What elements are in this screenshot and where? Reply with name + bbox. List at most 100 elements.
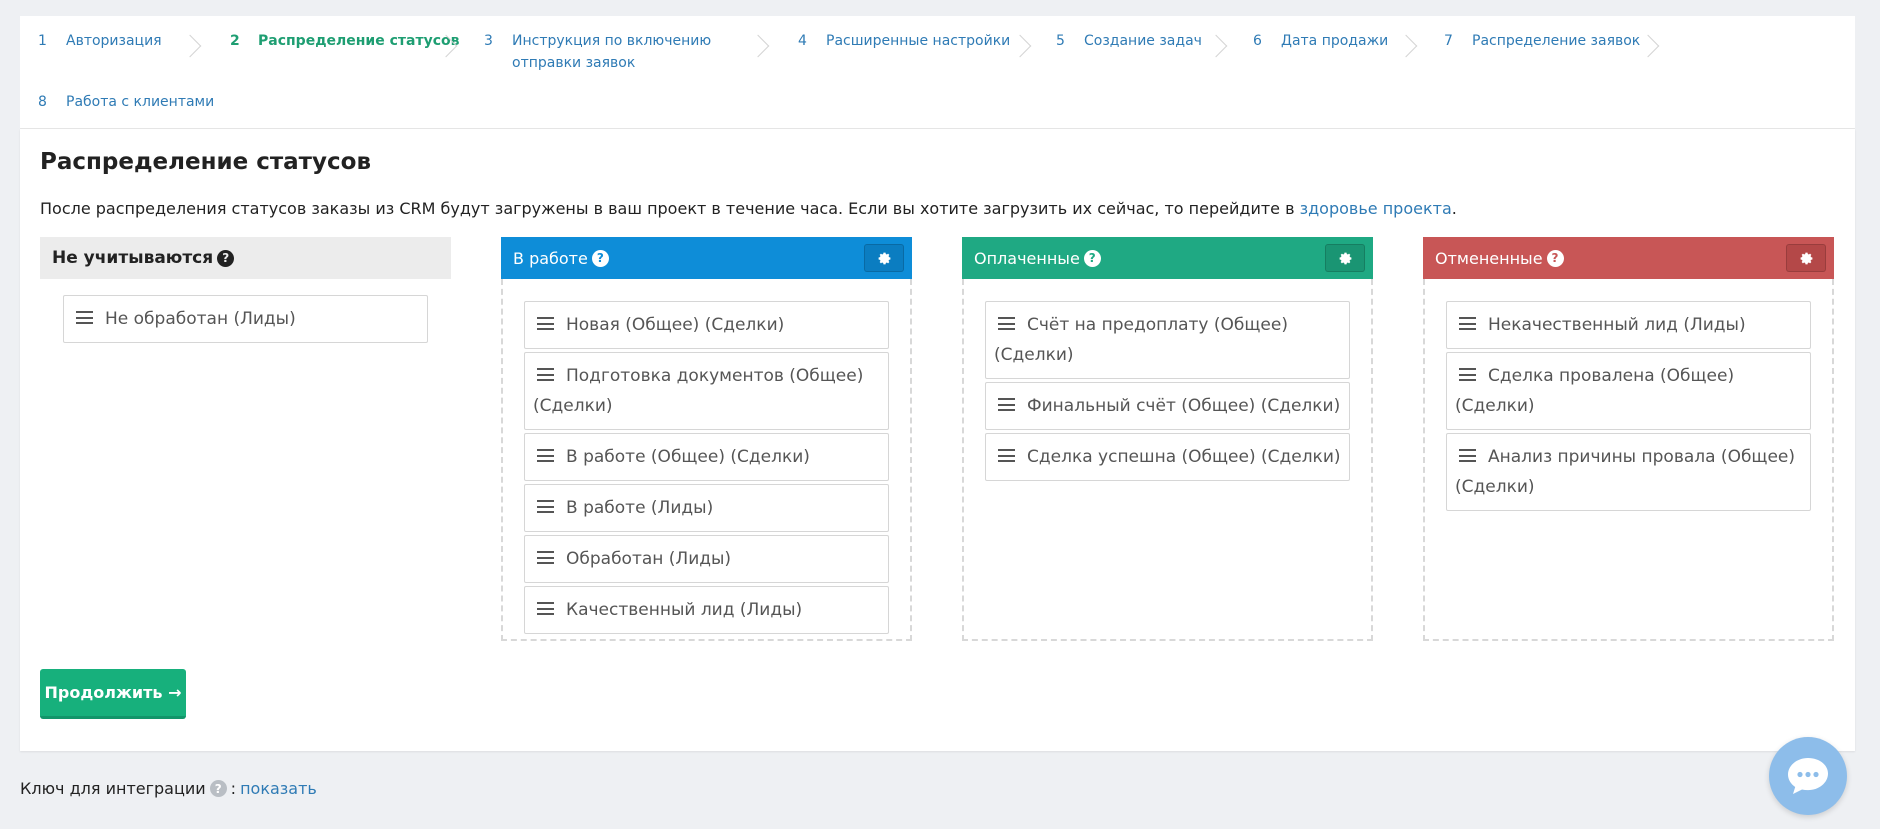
status-item[interactable]: Подготовка документов (Общее) (Сделки) xyxy=(524,352,889,430)
step-label: Дата продажи xyxy=(1281,33,1389,49)
step-number: 3 xyxy=(484,33,493,49)
step-5-create-tasks[interactable]: 5 Создание задач xyxy=(1056,30,1202,52)
drag-handle-icon[interactable] xyxy=(537,449,554,462)
step-4-advanced-settings[interactable]: 4 Расширенные настройки xyxy=(798,30,1010,52)
column-header: Оплаченные ? xyxy=(962,237,1373,279)
project-health-link[interactable]: здоровье проекта xyxy=(1300,199,1452,218)
chat-widget-button[interactable] xyxy=(1769,737,1847,815)
status-label: Новая (Общее) (Сделки) xyxy=(566,315,785,335)
column-title-wrap: В работе ? xyxy=(513,249,609,268)
status-item[interactable]: Сделка успешна (Общее) (Сделки) xyxy=(985,433,1350,481)
column-header: Отмененные ? xyxy=(1423,237,1834,279)
main-card: Распределение статусов После распределен… xyxy=(20,129,1855,751)
separator: : xyxy=(230,779,237,798)
question-circle-icon[interactable]: ? xyxy=(591,249,609,267)
step-number: 6 xyxy=(1253,33,1262,49)
question-circle-icon[interactable]: ? xyxy=(217,249,235,267)
drag-handle-icon[interactable] xyxy=(537,602,554,615)
status-label: Финальный счёт (Общее) (Сделки) xyxy=(1027,396,1341,416)
step-number: 8 xyxy=(38,94,47,110)
status-item[interactable]: В работе (Общее) (Сделки) xyxy=(524,433,889,481)
column-title: Оплаченные xyxy=(974,248,1080,268)
page-title: Распределение статусов xyxy=(40,149,371,175)
integration-key-label: Ключ для интеграции xyxy=(20,779,206,798)
drag-handle-icon[interactable] xyxy=(537,317,554,330)
status-label: В работе (Лиды) xyxy=(566,498,714,518)
drag-handle-icon[interactable] xyxy=(998,398,1015,411)
status-dropzone[interactable]: Не обработан (Лиды) xyxy=(40,279,451,641)
drag-handle-icon[interactable] xyxy=(1459,317,1476,330)
status-label: Подготовка документов (Общее) (Сделки) xyxy=(533,366,864,416)
question-circle-icon[interactable]: ? xyxy=(1546,249,1564,267)
description-end: . xyxy=(1451,199,1457,218)
column-settings-button[interactable] xyxy=(1786,244,1826,272)
drag-handle-icon[interactable] xyxy=(537,500,554,513)
status-item[interactable]: Некачественный лид (Лиды) xyxy=(1446,301,1811,349)
column-settings-button[interactable] xyxy=(1325,244,1365,272)
status-item[interactable]: Финальный счёт (Общее) (Сделки) xyxy=(985,382,1350,430)
status-label: Анализ причины провала (Общее) (Сделки) xyxy=(1455,447,1795,497)
status-label: Сделка провалена (Общее) (Сделки) xyxy=(1455,366,1735,416)
gear-icon xyxy=(1339,252,1351,264)
step-7-request-distribution[interactable]: 7 Распределение заявок xyxy=(1444,30,1640,52)
status-dropzone[interactable]: Счёт на предоплату (Общее) (Сделки) Фина… xyxy=(962,279,1373,641)
column-ignored: Не учитываются ? Не обработан (Лиды) xyxy=(40,237,451,641)
column-title-wrap: Оплаченные ? xyxy=(974,249,1101,268)
chevron-right-icon xyxy=(178,34,202,58)
step-1-authorization[interactable]: 1 Авторизация xyxy=(38,30,162,52)
integration-key-row: Ключ для интеграции ? : показать xyxy=(20,779,317,798)
gear-icon xyxy=(1800,252,1812,264)
column-title: Не учитываются xyxy=(52,248,214,268)
column-title-wrap: Не учитываются ? xyxy=(52,248,235,268)
column-title: Отмененные xyxy=(1435,248,1543,268)
drag-handle-icon[interactable] xyxy=(998,449,1015,462)
column-cancelled: Отмененные ? Некачественный лид (Лиды) С… xyxy=(1423,237,1834,641)
step-label: Распределение статусов xyxy=(258,33,460,49)
column-header: Не учитываются ? xyxy=(40,237,451,279)
chevron-right-icon xyxy=(1204,34,1228,58)
step-8-clients[interactable]: 8 Работа с клиентами xyxy=(38,91,214,113)
drag-handle-icon[interactable] xyxy=(998,317,1015,330)
wizard-steps-bar: 1 Авторизация 2 Распределение статусов 3… xyxy=(20,16,1855,129)
step-number: 4 xyxy=(798,33,807,49)
column-in-work: В работе ? Новая (Общее) (Сделки) Подгот… xyxy=(501,237,912,641)
chat-bubble-icon xyxy=(1788,758,1828,794)
status-item[interactable]: В работе (Лиды) xyxy=(524,484,889,532)
status-item[interactable]: Анализ причины провала (Общее) (Сделки) xyxy=(1446,433,1811,511)
status-dropzone[interactable]: Некачественный лид (Лиды) Сделка провале… xyxy=(1423,279,1834,641)
step-3-instruction[interactable]: 3 Инструкция по включению отправки заяво… xyxy=(484,30,717,74)
step-6-sale-date[interactable]: 6 Дата продажи xyxy=(1253,30,1388,52)
drag-handle-icon[interactable] xyxy=(537,368,554,381)
step-number: 7 xyxy=(1444,33,1453,49)
question-circle-icon[interactable]: ? xyxy=(1083,249,1101,267)
status-dropzone[interactable]: Новая (Общее) (Сделки) Подготовка докуме… xyxy=(501,279,912,641)
status-item[interactable]: Счёт на предоплату (Общее) (Сделки) xyxy=(985,301,1350,379)
chevron-right-icon xyxy=(746,34,770,58)
gear-icon xyxy=(878,252,890,264)
column-paid: Оплаченные ? Счёт на предоплату (Общее) … xyxy=(962,237,1373,641)
status-item[interactable]: Обработан (Лиды) xyxy=(524,535,889,583)
step-number: 2 xyxy=(230,33,240,49)
status-label: Качественный лид (Лиды) xyxy=(566,600,803,620)
status-item[interactable]: Не обработан (Лиды) xyxy=(63,295,428,343)
status-label: Обработан (Лиды) xyxy=(566,549,732,569)
column-settings-button[interactable] xyxy=(864,244,904,272)
status-item[interactable]: Сделка провалена (Общее) (Сделки) xyxy=(1446,352,1811,430)
status-item[interactable]: Новая (Общее) (Сделки) xyxy=(524,301,889,349)
step-label: Инструкция по включению отправки заявок xyxy=(512,33,712,71)
drag-handle-icon[interactable] xyxy=(1459,449,1476,462)
step-label: Работа с клиентами xyxy=(66,94,215,110)
chevron-right-icon xyxy=(1008,34,1032,58)
question-circle-icon[interactable]: ? xyxy=(209,780,227,797)
drag-handle-icon[interactable] xyxy=(1459,368,1476,381)
step-2-status-distribution[interactable]: 2 Распределение статусов xyxy=(230,30,459,52)
status-label: Счёт на предоплату (Общее) (Сделки) xyxy=(994,315,1288,365)
step-number: 1 xyxy=(38,33,47,49)
continue-button[interactable]: Продолжить → xyxy=(40,669,186,719)
step-label: Авторизация xyxy=(66,33,162,49)
drag-handle-icon[interactable] xyxy=(76,311,93,324)
show-key-link[interactable]: показать xyxy=(240,779,317,798)
column-header: В работе ? xyxy=(501,237,912,279)
status-item[interactable]: Качественный лид (Лиды) xyxy=(524,586,889,634)
drag-handle-icon[interactable] xyxy=(537,551,554,564)
